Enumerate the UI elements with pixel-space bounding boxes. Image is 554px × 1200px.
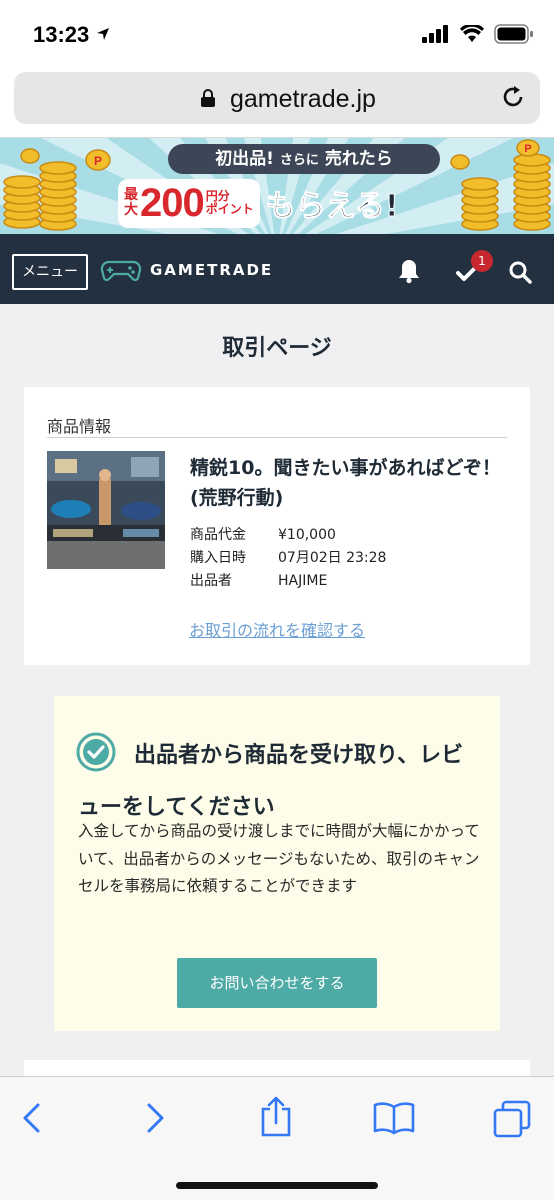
section-label: 商品情報: [47, 417, 112, 436]
home-indicator: [176, 1182, 378, 1189]
site-navbar: メニュー GAMETRADE: [0, 234, 554, 304]
banner-suffix: もらえる!: [265, 189, 399, 225]
coins-illustration-left: P: [3, 148, 111, 231]
tabs-icon[interactable]: [492, 1099, 532, 1139]
search-icon[interactable]: [508, 260, 532, 284]
banner-amount: 200: [140, 180, 205, 225]
contact-button[interactable]: お問い合わせをする: [177, 958, 377, 1008]
forward-icon[interactable]: [143, 1103, 167, 1133]
product-thumbnail[interactable]: [47, 451, 165, 569]
status-bar: 13:23: [0, 0, 554, 66]
product-title[interactable]: 精鋭10。聞きたい事があればどぞ！(荒野行動): [190, 453, 510, 513]
banner-unit: 円分 ポイント: [206, 190, 254, 216]
banner-unit-a: 円分: [205, 189, 230, 203]
banner-tag-c: 売れたら: [324, 149, 393, 169]
bookmarks-icon[interactable]: [373, 1101, 415, 1135]
bell-icon[interactable]: [397, 258, 421, 284]
signal-icon: [422, 25, 448, 43]
back-icon[interactable]: [20, 1103, 44, 1133]
product-info-card: 商品情報 精鋭10。聞きたい事があればどぞ！(荒野行動) 商品代金 ¥10,00…: [24, 387, 530, 665]
status-icons: [422, 24, 534, 44]
svg-text:P: P: [524, 143, 531, 155]
battery-icon: [494, 24, 533, 44]
detail-row-price: 商品代金 ¥10,000: [190, 524, 386, 547]
detail-key: 購入日時: [190, 550, 246, 566]
lock-icon: [201, 89, 215, 107]
review-notice: 出品者から商品を受け取り、レビューをしてください 入金してから商品の受け渡しまで…: [54, 696, 500, 1031]
banner-unit-b: ポイント: [205, 202, 254, 216]
product-details: 商品代金 ¥10,000 購入日時 07月02日 23:28 出品者 HAJIM…: [190, 524, 386, 593]
wifi-icon: [460, 25, 484, 42]
detail-row-purchase-date: 購入日時 07月02日 23:28: [190, 547, 386, 570]
banner-tag: 初出品! さらに 売れたら: [168, 144, 440, 174]
promo-banner[interactable]: P P 初出品! さらに 売れたら 最大 200 円分 ポイント もらえる!: [0, 138, 554, 234]
banner-prefix: 最大: [124, 187, 138, 218]
browser-address-area: gametrade.jp: [0, 66, 554, 138]
share-icon[interactable]: [258, 1095, 294, 1137]
detail-row-seller: 出品者 HAJIME: [190, 570, 386, 593]
banner-amount-box: 最大 200 円分 ポイント: [118, 178, 260, 228]
banner-tag-b: さらに: [279, 153, 319, 168]
location-arrow-icon: [97, 28, 109, 40]
address-bar[interactable]: gametrade.jp: [14, 72, 540, 124]
svg-text:P: P: [94, 154, 102, 168]
detail-value: 07月02日 23:28: [278, 550, 387, 566]
banner-headline: 最大 200 円分 ポイント もらえる!: [118, 176, 458, 230]
notice-body: 入金してから商品の受け渡しまでに時間が大幅にかかっていて、出品者からのメッセージ…: [78, 822, 480, 895]
detail-key: 出品者: [190, 573, 232, 589]
detail-value: ¥10,000: [278, 527, 336, 543]
site-logo[interactable]: GAMETRADE: [100, 258, 273, 282]
gamepad-logo-icon: [100, 260, 142, 282]
banner-tag-a: 初出品!: [215, 149, 274, 169]
transaction-flow-link[interactable]: お取引の流れを確認する: [24, 617, 530, 641]
logo-text: GAMETRADE: [150, 261, 274, 279]
url-text[interactable]: gametrade.jp: [230, 85, 376, 114]
detail-key: 商品代金: [190, 527, 246, 543]
status-time: 13:23: [33, 22, 90, 47]
reload-icon[interactable]: [500, 84, 526, 110]
detail-value: HAJIME: [278, 573, 328, 589]
notification-badge: 1: [471, 250, 493, 272]
divider: [47, 437, 507, 438]
game-screenshot-image: [47, 451, 165, 569]
menu-button[interactable]: メニュー: [12, 254, 88, 290]
page-title: 取引ページ: [222, 336, 332, 361]
